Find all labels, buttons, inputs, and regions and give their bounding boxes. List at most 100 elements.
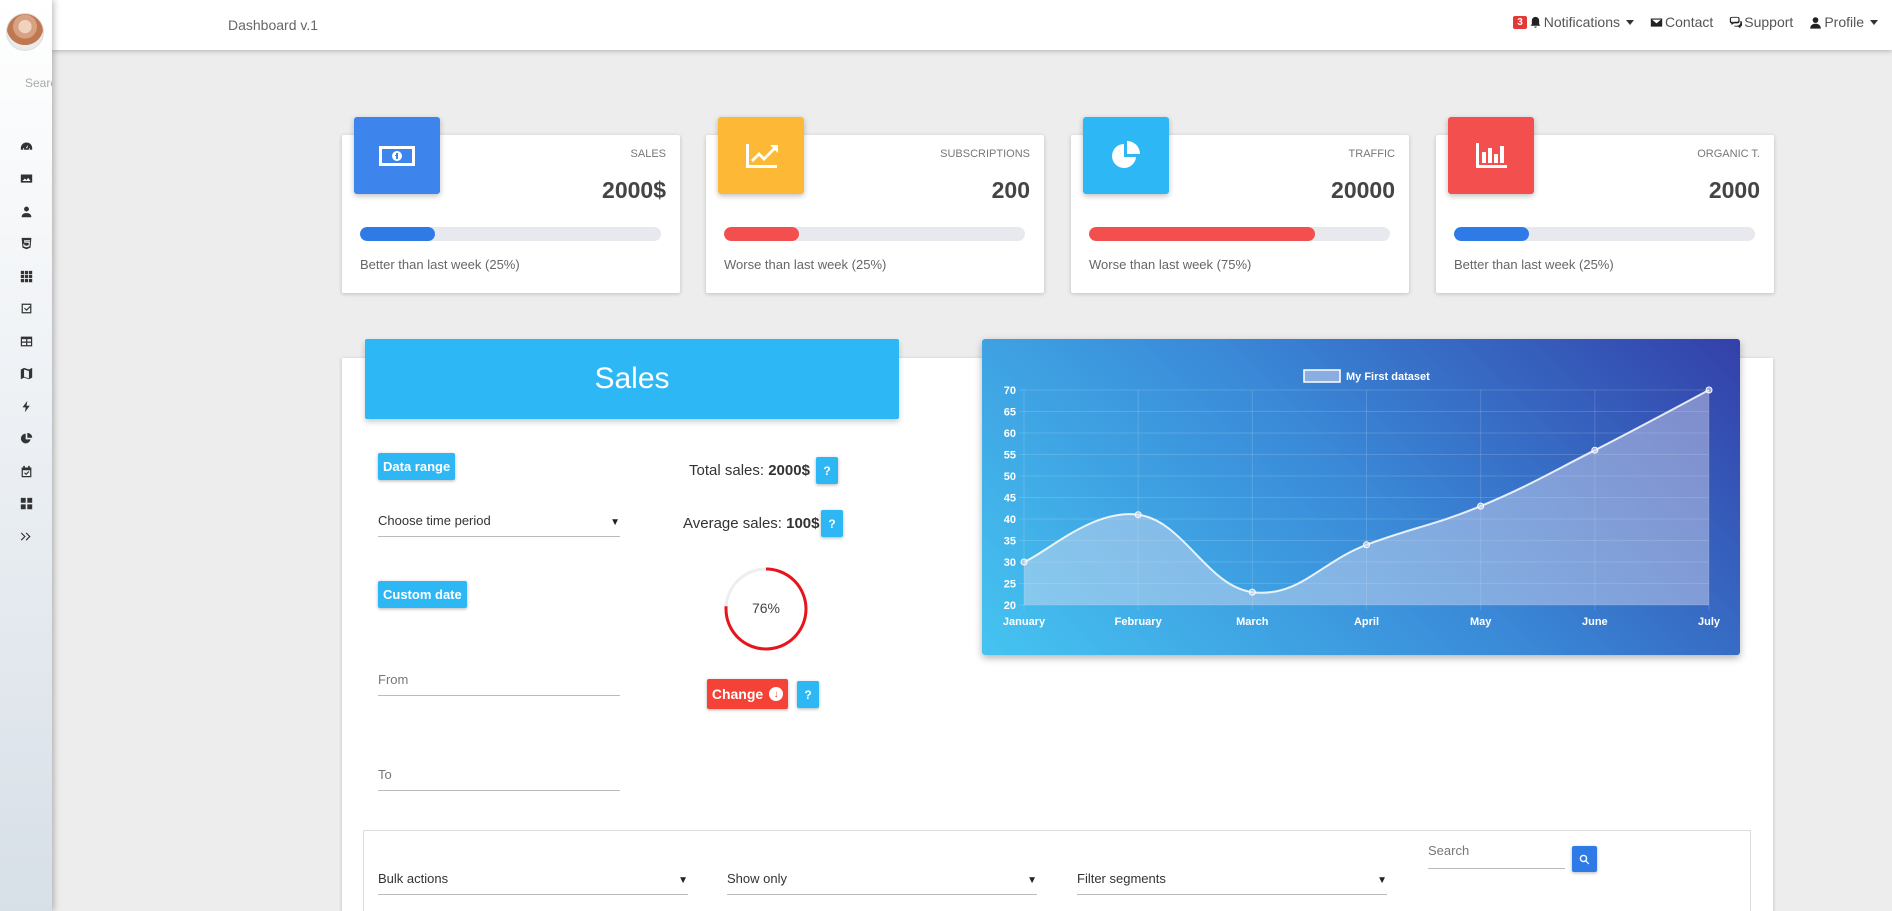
stat-description: Worse than last week (75%) <box>1089 257 1252 272</box>
y-tick-label: 50 <box>1004 471 1016 483</box>
average-sales-label: Average sales: <box>683 515 782 532</box>
y-tick-label: 35 <box>1004 536 1016 548</box>
chevron-down-icon <box>1626 19 1635 25</box>
stat-value: 200 <box>991 177 1030 203</box>
custom-date-button[interactable]: Custom date <box>378 581 467 608</box>
pie-chart-icon[interactable] <box>0 423 52 456</box>
arrow-down-circle-icon: ↓ <box>769 687 784 701</box>
stat-value: 2000$ <box>602 177 666 203</box>
html5-icon[interactable] <box>0 228 52 261</box>
gauge-percentage: 76% <box>751 600 781 616</box>
widgets-icon[interactable] <box>0 488 52 521</box>
stat-label: SUBSCRIPTIONS <box>940 148 1030 160</box>
progress-fill <box>724 227 800 241</box>
y-tick-label: 20 <box>1004 600 1016 612</box>
filter-segments-select[interactable]: Filter segments ▼ <box>1077 865 1387 895</box>
change-button[interactable]: Change ↓ <box>707 679 788 709</box>
sales-chart: 20 25 30 35 40 45 50 55 60 65 70 January February Mar… <box>982 339 1740 655</box>
pie-chart-icon <box>1083 117 1169 194</box>
progress-bar <box>360 227 661 241</box>
x-tick-label: February <box>1115 616 1163 628</box>
change-help-button[interactable]: ? <box>797 681 819 708</box>
contact-label: Contact <box>1665 14 1714 30</box>
data-point <box>1248 588 1256 596</box>
notifications-badge: 3 <box>1513 15 1527 29</box>
total-sales-value: 2000$ <box>768 462 810 479</box>
filter-segments-value: Filter segments <box>1077 871 1166 886</box>
bulk-actions-select[interactable]: Bulk actions ▼ <box>378 865 688 895</box>
dashboard-icon[interactable] <box>0 130 52 163</box>
to-placeholder: To <box>378 767 392 782</box>
topbar: Dashboard v.1 3 Notifications Contact Su… <box>52 0 1892 50</box>
show-only-value: Show only <box>727 871 787 886</box>
stat-card-organic: ORGANIC T. 2000 Better than last week (2… <box>1436 117 1774 293</box>
user-icon[interactable] <box>0 195 52 228</box>
comments-icon <box>1730 16 1743 28</box>
data-point <box>1363 541 1370 549</box>
stat-label: ORGANIC T. <box>1697 148 1760 160</box>
brand-title[interactable]: Dashboard v.1 <box>228 17 318 33</box>
to-date-input[interactable]: To <box>378 764 620 791</box>
data-point <box>1477 502 1485 510</box>
caret-down-icon: ▼ <box>610 517 620 528</box>
stat-card-subscriptions: SUBSCRIPTIONS 200 Worse than last week (… <box>706 117 1044 293</box>
user-icon <box>1810 16 1822 29</box>
avatar[interactable] <box>6 13 44 51</box>
line-chart: 20 25 30 35 40 45 50 55 60 65 70 January February Mar… <box>1003 369 1721 628</box>
map-icon[interactable] <box>0 358 52 391</box>
top-nav: 3 Notifications Contact Support Profile <box>1497 14 1878 30</box>
stat-value: 20000 <box>1331 177 1395 203</box>
sales-title: Sales <box>365 339 899 419</box>
table-icon[interactable] <box>0 325 52 358</box>
legend-label: My First dataset <box>1346 371 1430 383</box>
y-tick-label: 45 <box>1004 493 1016 505</box>
progress-fill <box>1454 227 1530 241</box>
progress-fill <box>1089 227 1315 241</box>
x-tick-label: June <box>1582 616 1608 628</box>
x-tick-label: May <box>1470 616 1492 628</box>
profile-dropdown[interactable]: Profile <box>1809 14 1878 30</box>
y-tick-label: 60 <box>1004 428 1016 440</box>
notifications-dropdown[interactable]: 3 Notifications <box>1513 14 1635 30</box>
average-sales-help-button[interactable]: ? <box>821 510 843 537</box>
checkbox-icon[interactable] <box>0 293 52 326</box>
data-range-button[interactable]: Data range <box>378 453 456 480</box>
x-tick-label: July <box>1698 616 1721 628</box>
caret-down-icon: ▼ <box>1027 875 1037 886</box>
y-tick-label: 40 <box>1004 514 1016 526</box>
data-point <box>1705 386 1713 394</box>
time-period-value: Choose time period <box>378 513 491 528</box>
time-period-select[interactable]: Choose time period ▼ <box>378 510 620 537</box>
bulk-actions-value: Bulk actions <box>378 871 449 886</box>
expand-icon[interactable] <box>0 520 52 553</box>
grid-icon[interactable] <box>0 260 52 293</box>
total-sales-label: Total sales: <box>689 462 765 479</box>
search-button[interactable] <box>1572 846 1597 872</box>
calendar-check-icon[interactable] <box>0 455 52 488</box>
bolt-icon[interactable] <box>0 390 52 423</box>
support-link[interactable]: Support <box>1729 14 1793 30</box>
envelope-icon <box>1650 17 1663 27</box>
average-sales-value: 100$ <box>786 515 820 532</box>
total-sales-help-button[interactable]: ? <box>816 457 838 484</box>
sidebar-search-input[interactable]: Search <box>25 76 52 90</box>
stat-label: SALES <box>630 148 666 160</box>
x-tick-label: January <box>1003 616 1046 628</box>
notifications-label: Notifications <box>1543 14 1621 30</box>
sidebar: Search <box>0 0 52 911</box>
stat-value: 2000 <box>1708 177 1760 203</box>
stat-description: Better than last week (25%) <box>360 257 520 272</box>
from-date-input[interactable]: From <box>378 668 620 696</box>
stat-card-sales: SALES 2000$ Better than last week (25%) <box>342 117 680 293</box>
y-tick-label: 55 <box>1004 450 1016 462</box>
average-sales: Average sales: 100$ <box>683 515 820 532</box>
x-tick-label: April <box>1354 616 1379 628</box>
support-label: Support <box>1744 14 1794 30</box>
contact-link[interactable]: Contact <box>1650 14 1713 30</box>
total-sales: Total sales: 2000$ <box>689 462 810 479</box>
image-icon[interactable] <box>0 163 52 196</box>
show-only-select[interactable]: Show only ▼ <box>727 865 1037 895</box>
data-point <box>1134 511 1142 519</box>
search-input[interactable]: Search <box>1428 843 1565 869</box>
search-placeholder: Search <box>1428 843 1470 858</box>
